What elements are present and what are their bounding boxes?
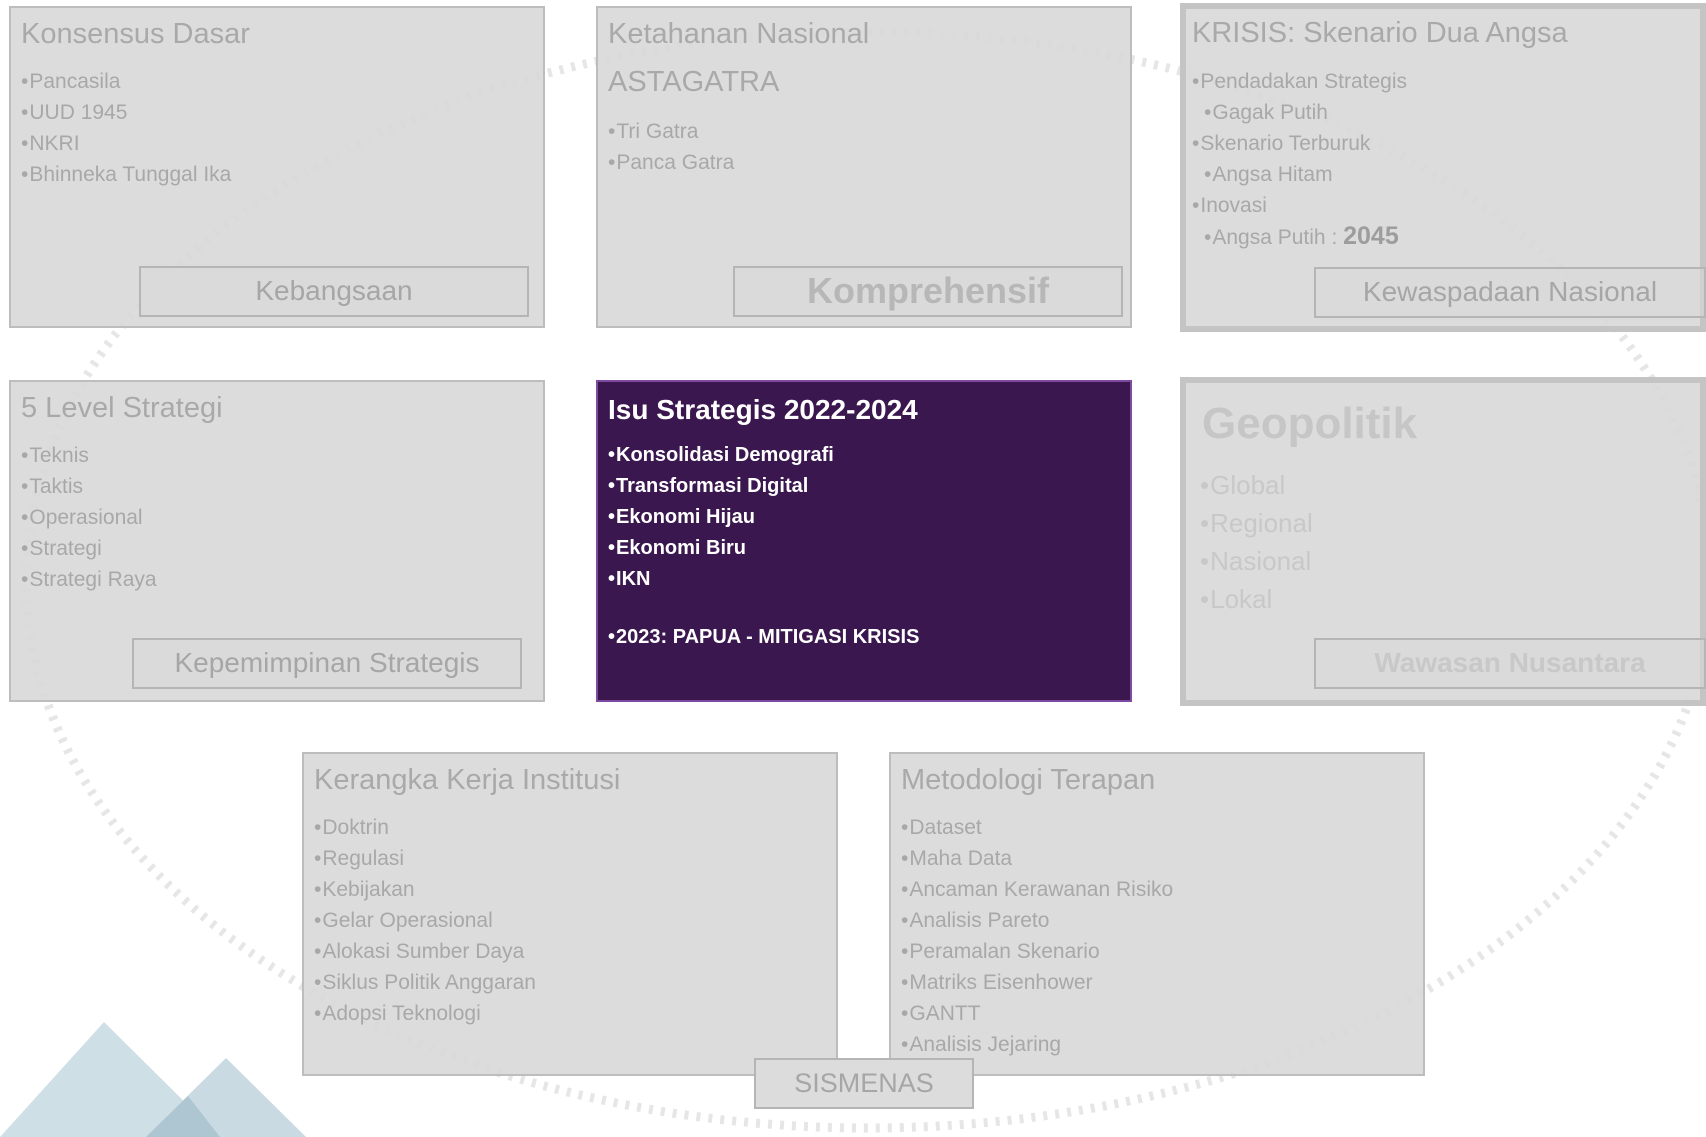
list-item: IKN [608, 564, 834, 595]
list-item: Nasional [1200, 542, 1313, 580]
list-item: Skenario Terburuk [1192, 128, 1407, 159]
list-item: Strategi [21, 533, 157, 564]
list-item: Tri Gatra [608, 116, 734, 147]
list-item: Konsolidasi Demografi [608, 440, 834, 471]
panel-title: Metodologi Terapan [901, 764, 1156, 796]
list-item: Siklus Politik Anggaran [314, 967, 536, 998]
list-item: Gagak Putih [1192, 97, 1407, 128]
list-item: Ekonomi Biru [608, 533, 834, 564]
bullet-list: Tri Gatra Panca Gatra [608, 116, 734, 178]
list-item: Alokasi Sumber Daya [314, 936, 536, 967]
panel-krisis: KRISIS: Skenario Dua Angsa Pendadakan St… [1180, 3, 1706, 332]
list-item: Panca Gatra [608, 147, 734, 178]
panel-title: KRISIS: Skenario Dua Angsa [1192, 17, 1568, 49]
list-item: Operasional [21, 502, 157, 533]
panel-title: Kerangka Kerja Institusi [314, 764, 621, 796]
list-item: Adopsi Teknologi [314, 998, 536, 1029]
list-item: UUD 1945 [21, 97, 231, 128]
list-item: Teknis [21, 440, 157, 471]
bullet-list-extra: 2023: PAPUA - MITIGASI KRISIS [608, 622, 919, 653]
list-item: Kebijakan [314, 874, 536, 905]
list-item: Matriks Eisenhower [901, 967, 1173, 998]
list-item: Pendadakan Strategis [1192, 66, 1407, 97]
list-item: Taktis [21, 471, 157, 502]
list-item: Global [1200, 466, 1313, 504]
list-item: NKRI [21, 128, 231, 159]
list-item: Inovasi [1192, 190, 1407, 221]
list-item: Gelar Operasional [314, 905, 536, 936]
bullet-list: Pendadakan Strategis Gagak Putih Skenari… [1192, 66, 1407, 253]
tag-sismenas: SISMENAS [754, 1058, 974, 1109]
bullet-list: Konsolidasi Demografi Transformasi Digit… [608, 440, 834, 595]
list-item: Bhinneka Tunggal Ika [21, 159, 231, 190]
list-item: Strategi Raya [21, 564, 156, 595]
panel-kerangka-kerja-institusi: Kerangka Kerja Institusi Doktrin Regulas… [302, 752, 838, 1076]
panel-title: 5 Level Strategi [21, 392, 223, 424]
bullet-list: Global Regional Nasional Lokal [1200, 466, 1313, 618]
item-text: Angsa Putih : [1212, 226, 1344, 249]
panel-5-level-strategi: 5 Level Strategi Teknis Taktis Operasion… [9, 380, 545, 702]
list-item: Analisis Jejaring [901, 1029, 1173, 1060]
bullet-list: Dataset Maha Data Ancaman Kerawanan Risi… [901, 812, 1173, 1060]
bullet-list: Doktrin Regulasi Kebijakan Gelar Operasi… [314, 812, 536, 1029]
list-item: Angsa Hitam [1192, 159, 1407, 190]
tag-komprehensif: Komprehensif [733, 266, 1123, 317]
tag-kepemimpinan-strategis: Kepemimpinan Strategis [132, 638, 522, 689]
panel-title: Ketahanan Nasional [608, 18, 870, 50]
list-item: Pancasila [21, 66, 231, 97]
tag-wawasan-nusantara: Wawasan Nusantara [1314, 638, 1706, 689]
list-item: Transformasi Digital [608, 471, 834, 502]
year-2045: 2045 [1343, 222, 1399, 250]
list-item: 2023: PAPUA - MITIGASI KRISIS [608, 622, 919, 653]
list-item: Ekonomi Hijau [608, 502, 834, 533]
list-item: Peramalan Skenario [901, 936, 1173, 967]
list-item: Dataset [901, 812, 1173, 843]
panel-isu-strategis: Isu Strategis 2022-2024 Konsolidasi Demo… [596, 380, 1132, 702]
panel-geopolitik: Geopolitik Global Regional Nasional Loka… [1180, 377, 1706, 706]
list-item: Regional [1200, 504, 1313, 542]
panel-title: Geopolitik [1202, 399, 1418, 448]
list-item-angsa-putih: Angsa Putih : 2045 [1192, 221, 1407, 253]
list-item: Lokal [1200, 580, 1313, 618]
bullet-list: Teknis Taktis Operasional Strategi Strat… [21, 440, 157, 595]
panel-ketahanan-nasional: Ketahanan Nasional ASTAGATRA Tri Gatra P… [596, 6, 1132, 328]
panel-title: Isu Strategis 2022-2024 [608, 394, 918, 425]
bullet-list: Pancasila UUD 1945 NKRI Bhinneka Tunggal… [21, 66, 231, 190]
panel-title: Konsensus Dasar [21, 18, 250, 50]
tag-kewaspadaan-nasional: Kewaspadaan Nasional [1314, 267, 1706, 318]
list-item: Maha Data [901, 843, 1173, 874]
tag-kebangsaan: Kebangsaan [139, 266, 529, 317]
list-item: GANTT [901, 998, 1173, 1029]
list-item: Regulasi [314, 843, 536, 874]
list-item: Doktrin [314, 812, 536, 843]
list-item: Analisis Pareto [901, 905, 1173, 936]
panel-metodologi-terapan: Metodologi Terapan Dataset Maha Data Anc… [889, 752, 1425, 1076]
list-item: Ancaman Kerawanan Risiko [901, 874, 1173, 905]
panel-subtitle: ASTAGATRA [608, 66, 780, 98]
panel-konsensus-dasar: Konsensus Dasar Pancasila UUD 1945 NKRI … [9, 6, 545, 328]
